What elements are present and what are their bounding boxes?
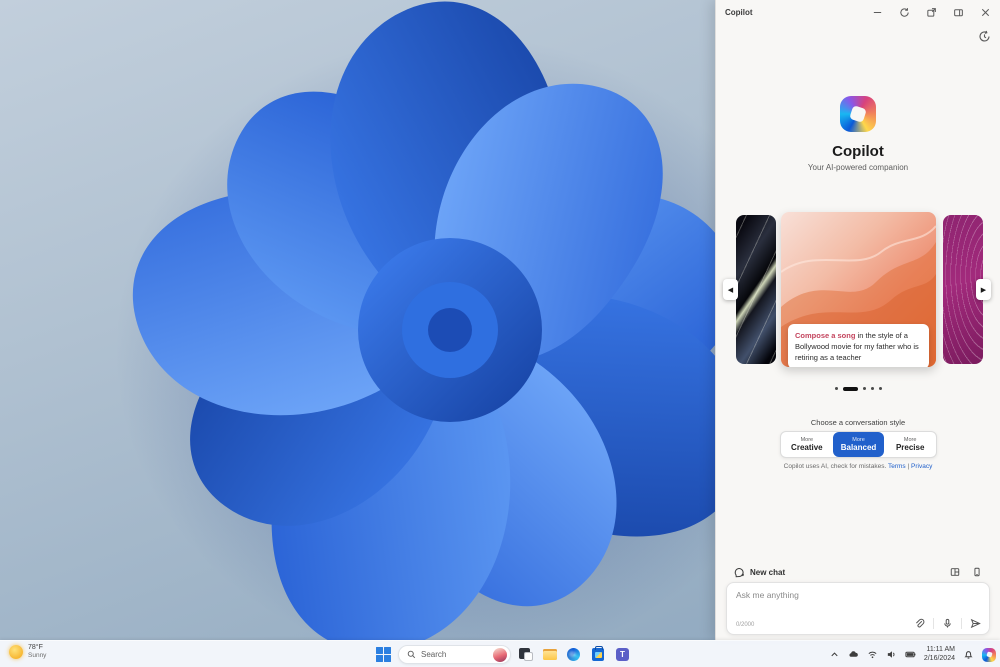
- carousel-previous-arrow-icon[interactable]: ◀: [723, 279, 738, 300]
- microphone-icon[interactable]: [942, 618, 953, 629]
- start-button-icon[interactable]: [376, 647, 391, 662]
- suggested-prompt-card[interactable]: Compose a song in the style of a Bollywo…: [788, 324, 929, 367]
- pagination-dot-active[interactable]: [843, 387, 858, 391]
- pagination-dot[interactable]: [835, 387, 838, 390]
- new-chat-icon: [734, 567, 745, 578]
- send-icon[interactable]: [970, 618, 981, 629]
- new-chat-label: New chat: [750, 568, 785, 577]
- character-counter: 0/2000: [736, 622, 754, 628]
- sun-icon: [9, 645, 23, 659]
- edge-browser-icon[interactable]: [566, 646, 583, 663]
- chat-input[interactable]: [736, 590, 980, 600]
- volume-icon[interactable]: [886, 649, 897, 660]
- taskbar: 78°F Sunny Search T: [0, 640, 1000, 667]
- weather-condition: Sunny: [28, 652, 46, 660]
- ai-disclaimer: Copilot uses AI, check for mistakes. Ter…: [716, 463, 1000, 470]
- notification-bell-icon[interactable]: [963, 649, 974, 660]
- microsoft-store-icon[interactable]: [590, 646, 607, 663]
- close-icon[interactable]: [979, 6, 991, 18]
- composer-actions: [914, 618, 981, 629]
- pagination-dot[interactable]: [871, 387, 874, 390]
- copilot-hero: Copilot Your AI-powered companion: [716, 96, 1000, 172]
- privacy-link[interactable]: Privacy: [911, 463, 932, 470]
- search-icon: [407, 650, 416, 659]
- open-in-new-window-icon[interactable]: [925, 6, 937, 18]
- bloom-graphic: [0, 0, 715, 640]
- terms-link[interactable]: Terms: [888, 463, 906, 470]
- style-option-label-bottom: Creative: [791, 443, 823, 452]
- carousel-card-active[interactable]: Compose a song in the style of a Bollywo…: [781, 212, 936, 367]
- pagination-dot[interactable]: [863, 387, 866, 390]
- style-option-label-bottom: Balanced: [841, 443, 877, 452]
- system-tray: 11:11 AM 2/16/2024: [829, 641, 996, 667]
- tray-overflow-chevron-icon[interactable]: [829, 649, 840, 660]
- style-option-balanced[interactable]: More Balanced: [833, 432, 885, 457]
- divider: [961, 618, 962, 629]
- phone-icon[interactable]: [972, 567, 982, 577]
- weather-temperature: 78°F: [28, 644, 46, 652]
- minimize-icon[interactable]: [871, 6, 883, 18]
- file-explorer-icon[interactable]: [542, 646, 559, 663]
- taskbar-clock[interactable]: 11:11 AM 2/16/2024: [924, 646, 955, 664]
- carousel-next-arrow-icon[interactable]: ▶: [976, 279, 991, 300]
- panel-title: Copilot: [725, 8, 753, 17]
- layout-board-icon[interactable]: [950, 567, 960, 577]
- history-icon[interactable]: [978, 30, 992, 44]
- clock-time: 11:11 AM: [924, 646, 955, 655]
- copilot-app-name: Copilot: [716, 143, 1000, 160]
- search-placeholder: Search: [421, 650, 488, 659]
- battery-icon[interactable]: [905, 649, 916, 660]
- taskbar-search[interactable]: Search: [398, 645, 511, 664]
- copilot-tagline: Your AI-powered companion: [716, 163, 1000, 172]
- copilot-logo-icon: [840, 96, 876, 132]
- wifi-icon[interactable]: [867, 649, 878, 660]
- copilot-taskbar-icon[interactable]: [982, 648, 996, 662]
- carousel-card-previous[interactable]: [736, 215, 776, 364]
- teams-icon[interactable]: T: [614, 646, 631, 663]
- titlebar-controls: [871, 6, 991, 18]
- new-chat-row: New chat: [734, 565, 982, 579]
- split-window-icon[interactable]: [952, 6, 964, 18]
- weather-widget[interactable]: 78°F Sunny: [5, 643, 50, 661]
- attachment-icon[interactable]: [914, 618, 925, 629]
- divider: [933, 618, 934, 629]
- clock-date: 2/16/2024: [924, 655, 955, 664]
- taskbar-center: Search T: [376, 641, 631, 667]
- screen: Copilot Copilot Your AI-powered compan: [0, 0, 1000, 667]
- onedrive-cloud-icon[interactable]: [848, 649, 859, 660]
- prompt-carousel: Compose a song in the style of a Bollywo…: [716, 212, 1000, 367]
- search-highlight-image: [493, 648, 507, 662]
- pagination-dot[interactable]: [879, 387, 882, 390]
- disclaimer-text: Copilot uses AI, check for mistakes.: [784, 463, 887, 470]
- panel-titlebar: Copilot: [716, 0, 1000, 24]
- style-option-creative[interactable]: More Creative: [781, 432, 833, 457]
- copilot-panel: Copilot Copilot Your AI-powered compan: [715, 0, 1000, 640]
- style-option-precise[interactable]: More Precise: [884, 432, 936, 457]
- chat-tools: [950, 567, 982, 577]
- carousel-pagination: [716, 387, 1000, 391]
- desktop-wallpaper: [0, 0, 715, 640]
- refresh-icon[interactable]: [898, 6, 910, 18]
- task-view-icon[interactable]: [518, 646, 535, 663]
- conversation-style-picker: More Creative More Balanced More Precise: [780, 431, 937, 458]
- new-chat-button[interactable]: New chat: [734, 567, 785, 578]
- prompt-highlight-text: Compose a song: [795, 331, 855, 340]
- link-divider: |: [908, 463, 910, 470]
- chat-composer: 0/2000: [726, 582, 990, 635]
- style-option-label-bottom: Precise: [896, 443, 924, 452]
- conversation-style-heading: Choose a conversation style: [716, 418, 1000, 427]
